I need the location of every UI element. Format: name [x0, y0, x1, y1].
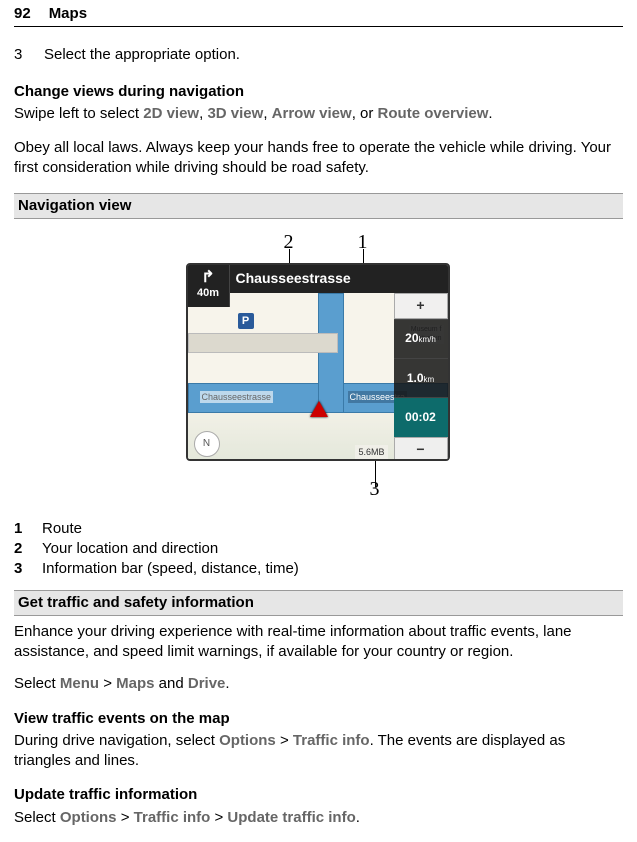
step-number: 3	[14, 45, 26, 65]
info-panel: + 20km/h 1.0km 00:02 −	[394, 293, 448, 461]
traffic-intro: Enhance your driving experience with rea…	[14, 622, 623, 663]
distance-value: 1.0	[407, 371, 424, 385]
compass-icon[interactable]: N	[194, 431, 220, 457]
ui-path-drive: Drive	[188, 675, 226, 692]
option-arrow-view: Arrow view	[272, 105, 352, 122]
legend-item-1: 1 Route	[14, 519, 623, 539]
update-traffic-text: Select Options > Traffic info > Update t…	[14, 808, 623, 828]
header-title: Maps	[49, 4, 87, 24]
legend-text: Information bar (speed, distance, time)	[42, 559, 299, 579]
turn-indicator[interactable]: ↱ 40m	[188, 265, 230, 307]
ui-path-options: Options	[60, 809, 117, 826]
compass-dir: N	[203, 437, 210, 451]
speed-unit: km/h	[419, 335, 436, 344]
location-cursor-icon	[310, 401, 328, 417]
ui-path-options: Options	[219, 732, 276, 749]
section-bar-traffic-safety: Get traffic and safety information	[14, 590, 623, 616]
legend-list: 1 Route 2 Your location and direction 3 …	[14, 519, 623, 580]
distance-box: 1.0km	[394, 358, 448, 397]
current-street: Chausseestrasse	[236, 269, 351, 288]
navigation-view-figure: 2 1 3 ↱ 40m Chausseestrasse P Chausseest…	[174, 229, 464, 499]
step-3: 3 Select the appropriate option.	[14, 45, 623, 65]
page-number: 92	[14, 4, 31, 24]
ui-path-traffic-info: Traffic info	[293, 732, 370, 749]
parking-icon: P	[238, 313, 254, 329]
change-views-text: Swipe left to select 2D view, 3D view, A…	[14, 104, 623, 124]
text-fragment: During drive navigation, select	[14, 732, 219, 749]
heading-change-views: Change views during navigation	[14, 82, 623, 102]
text-fragment: >	[99, 675, 116, 692]
legend-item-2: 2 Your location and direction	[14, 539, 623, 559]
speed-value: 20	[405, 331, 418, 345]
turn-arrow-icon: ↱	[201, 270, 214, 286]
text-fragment: >	[210, 809, 227, 826]
option-2d-view: 2D view	[143, 105, 199, 122]
legend-number: 2	[14, 539, 26, 559]
text-fragment: >	[117, 809, 134, 826]
time-value: 00:02	[405, 411, 436, 424]
legend-number: 3	[14, 559, 26, 579]
road-label: Chausseestrasse	[200, 391, 274, 403]
zoom-in-button[interactable]: +	[394, 293, 448, 319]
distance-unit: km	[424, 375, 435, 384]
time-box: 00:02	[394, 397, 448, 436]
data-size-badge: 5.6MB	[355, 445, 387, 459]
heading-view-traffic-events: View traffic events on the map	[14, 709, 623, 729]
page-header: 92 Maps	[14, 4, 623, 27]
text-fragment: .	[488, 105, 492, 122]
section-bar-navigation-view: Navigation view	[14, 193, 623, 219]
speed-box: 20km/h	[394, 319, 448, 358]
turn-distance: 40m	[197, 286, 219, 301]
text-fragment: and	[154, 675, 187, 692]
text-fragment: Swipe left to select	[14, 105, 143, 122]
road-minor	[188, 333, 338, 353]
heading-update-traffic: Update traffic information	[14, 785, 623, 805]
minus-icon: −	[416, 440, 424, 459]
plus-icon: +	[416, 296, 424, 315]
legend-number: 1	[14, 519, 26, 539]
select-menu-maps-drive: Select Menu > Maps and Drive.	[14, 674, 623, 694]
zoom-out-button[interactable]: −	[394, 437, 448, 461]
ui-path-maps: Maps	[116, 675, 154, 692]
legend-text: Your location and direction	[42, 539, 218, 559]
legend-text: Route	[42, 519, 82, 539]
text-fragment: ,	[263, 105, 271, 122]
view-traffic-events-text: During drive navigation, select Options …	[14, 731, 623, 772]
option-3d-view: 3D view	[207, 105, 263, 122]
text-fragment: Select	[14, 809, 60, 826]
step-text: Select the appropriate option.	[44, 45, 240, 65]
nav-screenshot: ↱ 40m Chausseestrasse P Chausseestrasse …	[186, 263, 450, 461]
nav-top-bar: ↱ 40m Chausseestrasse	[188, 265, 448, 293]
road	[318, 293, 344, 413]
ui-path-update-traffic-info: Update traffic info	[227, 809, 355, 826]
safety-note: Obey all local laws. Always keep your ha…	[14, 138, 623, 179]
ui-path-traffic-info: Traffic info	[134, 809, 211, 826]
legend-item-3: 3 Information bar (speed, distance, time…	[14, 559, 623, 579]
text-fragment: >	[276, 732, 293, 749]
text-fragment: .	[356, 809, 360, 826]
text-fragment: Select	[14, 675, 60, 692]
text-fragment: .	[225, 675, 229, 692]
text-fragment: , or	[352, 105, 378, 122]
ui-path-menu: Menu	[60, 675, 99, 692]
option-route-overview: Route overview	[378, 105, 489, 122]
